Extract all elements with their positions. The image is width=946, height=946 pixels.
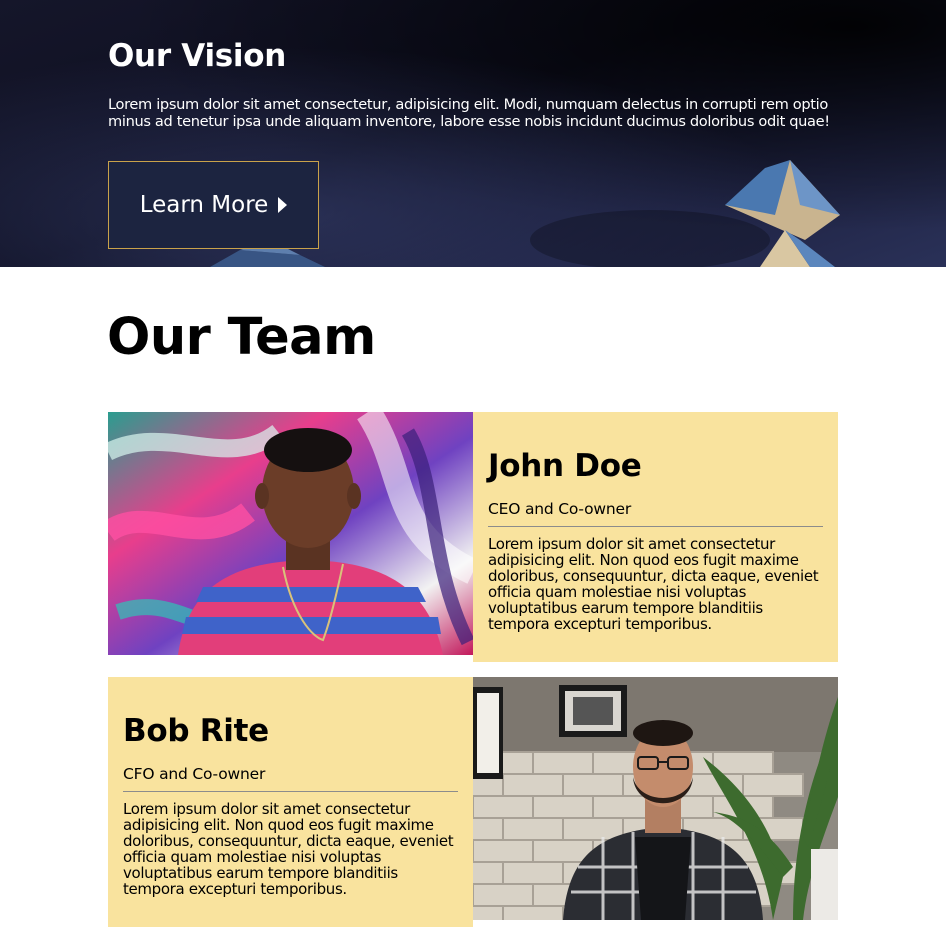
bob-rite-card: Bob Rite CFO and Co-owner Lorem ipsum do… [108, 677, 473, 927]
member-role: CEO and Co-owner [488, 500, 631, 518]
divider [123, 791, 458, 792]
vision-description: Lorem ipsum dolor sit amet consectetur, … [108, 96, 830, 130]
vision-title: Our Vision [108, 38, 287, 74]
member-name: Bob Rite [123, 713, 269, 749]
vision-section: Our Vision Lorem ipsum dolor sit amet co… [0, 0, 946, 267]
member-name: John Doe [488, 448, 642, 484]
john-doe-photo [108, 412, 473, 655]
learn-more-label: Learn More [139, 192, 269, 218]
team-title: Our Team [107, 308, 376, 367]
learn-more-button[interactable]: Learn More [108, 161, 319, 249]
member-role: CFO and Co-owner [123, 765, 266, 783]
john-doe-card: John Doe CEO and Co-owner Lorem ipsum do… [473, 412, 838, 662]
member-bio: Lorem ipsum dolor sit amet consectetur a… [123, 800, 454, 898]
member-bio: Lorem ipsum dolor sit amet consectetur a… [488, 535, 819, 633]
divider [488, 526, 823, 527]
caret-right-icon [278, 197, 288, 213]
bob-rite-photo [473, 677, 838, 920]
